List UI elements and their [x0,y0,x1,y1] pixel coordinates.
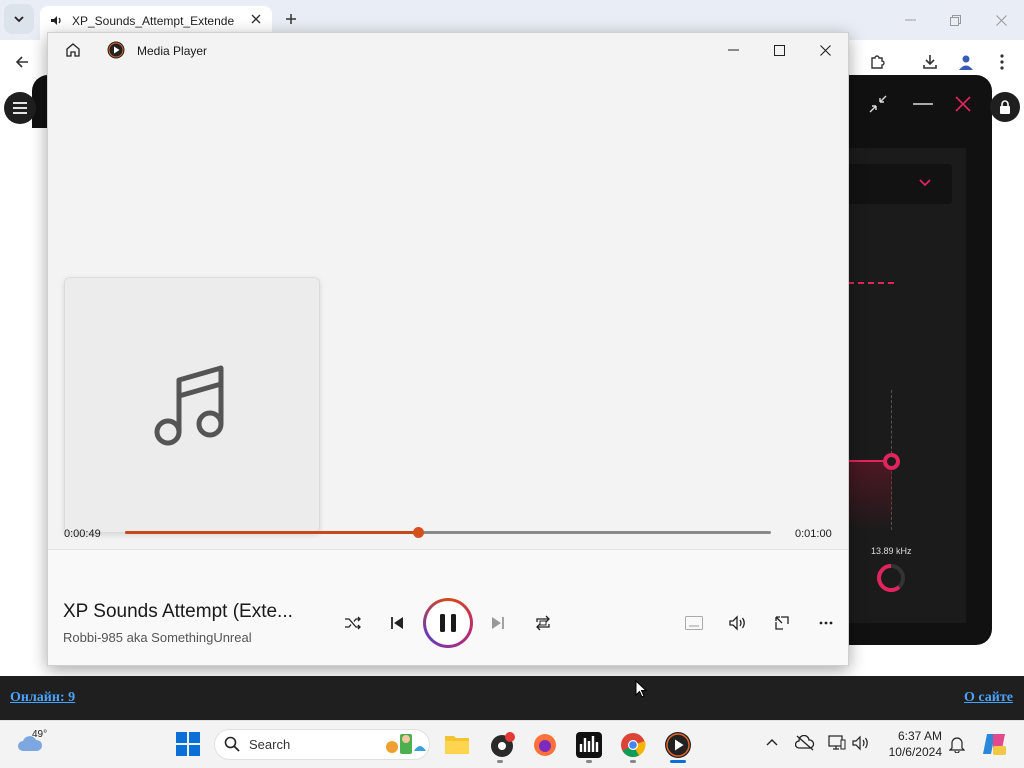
previous-track-icon[interactable] [381,607,413,639]
volume-icon[interactable] [722,607,754,639]
file-explorer-icon[interactable] [444,733,470,755]
tab-search-chevron-down-icon[interactable] [4,4,34,34]
taskbar-search-placeholder: Search [249,737,291,752]
chrome-icon[interactable] [620,732,646,758]
home-icon[interactable] [57,34,89,66]
lock-icon[interactable] [990,92,1020,122]
about-link[interactable]: О сайте [964,690,1013,706]
tab-close-icon[interactable] [242,5,270,33]
song-title[interactable]: XP Sounds Attempt (Exte... [63,601,293,623]
search-icon [224,736,240,752]
browser-minimize-icon[interactable] [894,4,926,36]
music-note-icon [151,360,231,450]
next-track-icon[interactable] [482,607,514,639]
album-art [64,277,320,533]
obs-icon[interactable] [490,732,516,758]
bg-slider-fill [848,461,892,531]
notification-bell-icon[interactable] [949,735,965,753]
seek-bar-progress [125,531,418,534]
freq-knob[interactable] [875,562,907,594]
seek-thumb[interactable] [413,527,424,538]
bg-close-icon[interactable] [947,88,979,120]
chevron-down-icon [918,178,932,188]
running-indicator [630,760,636,763]
time-elapsed: 0:00:49 [64,528,101,540]
new-tab-plus-icon[interactable] [277,5,305,33]
clock-date[interactable]: 10/6/2024 [878,745,942,759]
hamburger-menu-icon[interactable] [4,92,36,124]
kebab-menu-icon[interactable] [986,46,1018,78]
mp-close-icon[interactable] [809,34,841,66]
page-left-strip [0,128,48,676]
running-indicator [497,760,503,763]
download-icon[interactable] [914,46,946,78]
speaker-icon[interactable] [852,735,870,751]
bg-dropdown[interactable] [848,164,952,204]
media-player-window: Media Player [47,32,849,666]
media-player-title: Media Player [137,44,208,58]
song-artist[interactable]: Robbi-985 aka SomethingUnreal [63,630,252,645]
profile-icon[interactable] [950,46,982,78]
audio-app-icon[interactable] [576,732,602,758]
more-options-icon[interactable] [810,607,842,639]
mini-player-icon[interactable] [766,607,798,639]
exit-fullscreen-icon[interactable] [862,88,894,120]
mouse-cursor-icon [635,680,647,698]
mp-minimize-icon[interactable] [717,34,749,66]
tray-chevron-up-icon[interactable] [766,738,778,746]
media-player-taskbar-icon[interactable] [664,731,692,759]
weather-temp: 49° [32,729,48,740]
site-footer [0,676,1024,720]
clock-time[interactable]: 6:37 AM [884,729,942,743]
windows-start-icon[interactable] [176,732,200,756]
back-icon[interactable] [6,46,38,78]
media-player-logo-icon [107,41,125,59]
extensions-icon[interactable] [861,46,893,78]
repeat-icon[interactable] [527,607,559,639]
bg-slider-line [848,460,888,462]
running-indicator [586,760,592,763]
sound-icon [50,14,63,27]
network-icon[interactable] [828,735,846,751]
browser-close-icon[interactable] [985,4,1017,36]
copilot-icon[interactable] [981,731,1007,757]
onedrive-offline-icon[interactable] [795,735,815,751]
bg-dashed-line [848,282,894,284]
captions-icon[interactable] [678,607,710,639]
pause-icon [439,613,457,633]
online-count-link[interactable]: Онлайн: 9 [10,690,75,706]
browser-restore-icon[interactable] [939,4,971,36]
firefox-icon[interactable] [533,733,557,757]
bg-slider-thumb[interactable] [883,453,900,470]
time-total: 0:01:00 [795,528,832,540]
shuffle-icon[interactable] [337,607,369,639]
tab-title: XP_Sounds_Attempt_Extended [72,14,234,28]
bg-minimize-icon[interactable] [907,88,939,120]
mp-maximize-icon[interactable] [763,34,795,66]
search-highlight-icon [384,731,428,757]
active-indicator [670,760,686,763]
freq-label: 13.89 kHz [871,546,912,556]
